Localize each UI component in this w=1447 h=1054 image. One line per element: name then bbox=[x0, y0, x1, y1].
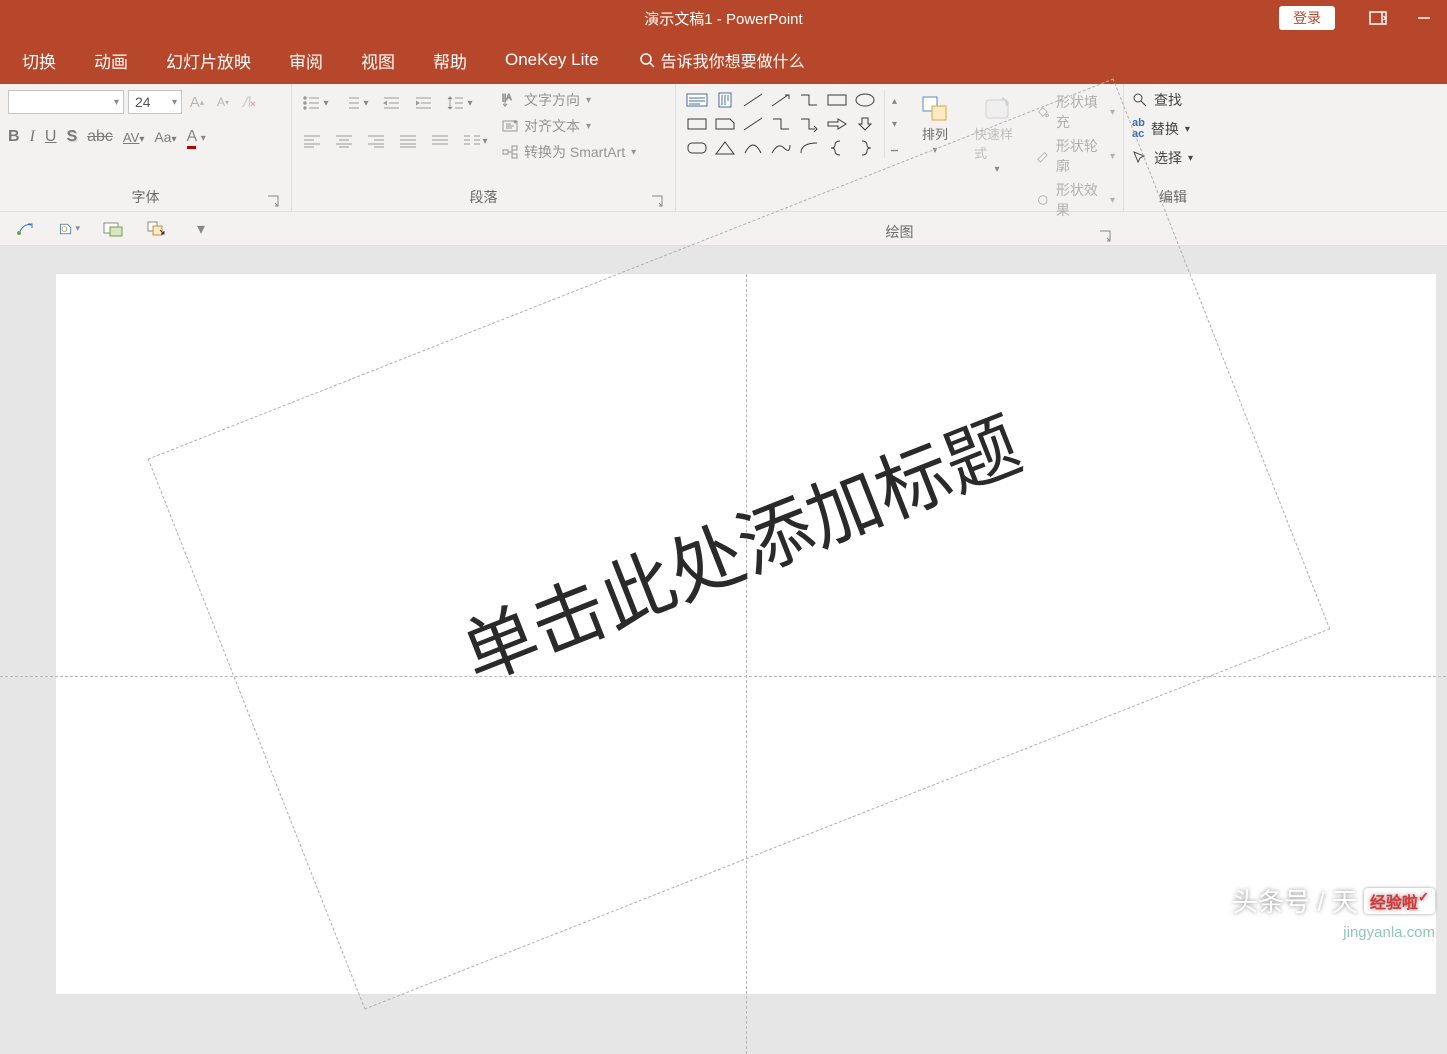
title-placeholder-text: 单击此处添加标题 bbox=[444, 386, 1034, 703]
tell-me-input[interactable]: 告诉我你想要做什么 bbox=[639, 48, 805, 72]
tab-transition[interactable]: 切换 bbox=[18, 42, 60, 79]
titlebar-right: 登录 bbox=[1279, 0, 1447, 36]
shape-connector[interactable] bbox=[796, 90, 822, 110]
quick-styles-icon bbox=[982, 94, 1012, 124]
numbering-button[interactable]: ▾ bbox=[340, 92, 372, 114]
shape-textbox-h[interactable] bbox=[684, 90, 710, 110]
bullets-button[interactable]: ▾ bbox=[300, 92, 332, 114]
character-spacing-button[interactable]: AV▾ bbox=[123, 130, 144, 145]
shape-arrow-line[interactable] bbox=[768, 90, 794, 110]
align-left-button[interactable] bbox=[300, 130, 324, 152]
shape-round-rect[interactable] bbox=[684, 138, 710, 158]
shape-brace-left[interactable] bbox=[824, 138, 850, 158]
tab-animation[interactable]: 动画 bbox=[90, 42, 132, 79]
qat-shape-tool[interactable]: ▾ bbox=[58, 218, 80, 240]
decrease-indent-button[interactable] bbox=[380, 92, 404, 114]
text-shadow-button[interactable]: S bbox=[66, 128, 77, 146]
title-bar: 演示文稿1 - PowerPoint 登录 bbox=[0, 0, 1447, 36]
shape-connector-l[interactable] bbox=[768, 114, 794, 134]
shape-quarter-arc[interactable] bbox=[796, 138, 822, 158]
group-font: ▾ 24▾ A▴ A▾ B I U S abc AV▾ Aa▾ A ▾ 字体 bbox=[0, 84, 292, 211]
tab-slideshow[interactable]: 幻灯片放映 bbox=[162, 42, 255, 79]
tab-onekey[interactable]: OneKey Lite bbox=[501, 44, 603, 76]
align-center-button[interactable] bbox=[332, 130, 356, 152]
minimize-button[interactable] bbox=[1401, 0, 1447, 36]
convert-to-smartart-button[interactable]: 转换为 SmartArt▾ bbox=[502, 142, 636, 162]
find-button[interactable]: 查找 bbox=[1132, 90, 1214, 110]
watermark-line2: jingyanla.com bbox=[1343, 924, 1435, 941]
line-spacing-button[interactable]: ▾ bbox=[444, 92, 476, 114]
change-case-button[interactable]: Aa▾ bbox=[154, 129, 176, 145]
shape-line[interactable] bbox=[740, 90, 766, 110]
app-title: 演示文稿1 - PowerPoint bbox=[644, 8, 802, 29]
slide-canvas-area: 单击此处添加标题 头条号 / 天 经验啦✓ jingyanla.com bbox=[0, 246, 1447, 949]
font-color-button[interactable]: A ▾ bbox=[187, 128, 206, 146]
align-right-button[interactable] bbox=[364, 130, 388, 152]
shape-line2[interactable] bbox=[740, 114, 766, 134]
slide[interactable]: 单击此处添加标题 bbox=[56, 274, 1436, 994]
bold-button[interactable]: B bbox=[8, 128, 20, 146]
font-name-combo[interactable]: ▾ bbox=[8, 90, 124, 114]
arrange-icon bbox=[920, 94, 950, 124]
shape-brace-right[interactable] bbox=[852, 138, 878, 158]
shapes-gallery[interactable]: ▴ ▾ ▁ bbox=[684, 90, 904, 158]
shape-rectangle[interactable] bbox=[684, 114, 710, 134]
search-icon bbox=[639, 52, 655, 68]
underline-button[interactable]: U bbox=[45, 128, 57, 146]
ribbon-tabs: 切换 动画 幻灯片放映 审阅 视图 帮助 OneKey Lite 告诉我你想要做… bbox=[0, 36, 1447, 84]
columns-button[interactable]: ▾ bbox=[460, 130, 492, 152]
signin-button[interactable]: 登录 bbox=[1279, 6, 1335, 30]
shape-oval[interactable] bbox=[852, 90, 878, 110]
strikethrough-button[interactable]: abc bbox=[87, 128, 113, 146]
shape-arrow-down[interactable] bbox=[852, 114, 878, 134]
tab-review[interactable]: 审阅 bbox=[285, 42, 327, 79]
ribbon: ▾ 24▾ A▴ A▾ B I U S abc AV▾ Aa▾ A ▾ 字体 bbox=[0, 84, 1447, 212]
increase-indent-button[interactable] bbox=[412, 92, 436, 114]
tab-view[interactable]: 视图 bbox=[357, 42, 399, 79]
dialog-launcher-paragraph[interactable] bbox=[651, 195, 663, 207]
chevron-down-icon: ▾ bbox=[110, 97, 123, 108]
shape-textbox-v[interactable] bbox=[712, 90, 738, 110]
gallery-more[interactable]: ▁ bbox=[885, 135, 904, 158]
group-label-paragraph: 段落 bbox=[300, 185, 667, 211]
shape-rect2[interactable] bbox=[824, 90, 850, 110]
gallery-scroll-down[interactable]: ▾ bbox=[885, 113, 904, 136]
decrease-font-size-button[interactable]: A▾ bbox=[212, 91, 234, 113]
text-direction-button[interactable]: ||A 文字方向▾ bbox=[502, 90, 636, 110]
align-text-button[interactable]: 对齐文本▾ bbox=[502, 116, 636, 136]
font-size-combo[interactable]: 24▾ bbox=[128, 90, 182, 114]
clear-formatting-button[interactable] bbox=[238, 91, 260, 113]
shape-triangle[interactable] bbox=[712, 138, 738, 158]
italic-button[interactable]: I bbox=[30, 128, 35, 146]
watermark-badge: 经验啦✓ bbox=[1364, 888, 1435, 914]
qat-insert-object[interactable] bbox=[102, 218, 124, 240]
replace-button[interactable]: abac 替换▾ bbox=[1132, 118, 1214, 140]
qat-more[interactable]: ▾ bbox=[190, 218, 212, 240]
svg-text:||A: ||A bbox=[502, 93, 512, 102]
qat-animation-1[interactable] bbox=[14, 218, 36, 240]
justify-button[interactable] bbox=[396, 130, 420, 152]
group-label-font: 字体 bbox=[8, 185, 283, 211]
increase-font-size-button[interactable]: A▴ bbox=[186, 91, 208, 113]
distributed-button[interactable] bbox=[428, 130, 452, 152]
shape-curve[interactable] bbox=[768, 138, 794, 158]
ribbon-display-options-button[interactable] bbox=[1355, 0, 1401, 36]
dialog-launcher-font[interactable] bbox=[267, 195, 279, 207]
group-paragraph: ▾ ▾ ▾ ▾ ||A 文字方向▾ bbox=[292, 84, 676, 211]
shape-arrow-right[interactable] bbox=[824, 114, 850, 134]
qat-selection-pane[interactable] bbox=[146, 218, 168, 240]
gallery-scroll-up[interactable]: ▴ bbox=[885, 90, 904, 113]
shape-snip-rect[interactable] bbox=[712, 114, 738, 134]
shape-connector-arrow[interactable] bbox=[796, 114, 822, 134]
tab-help[interactable]: 帮助 bbox=[429, 42, 471, 79]
watermark-line1: 头条号 / 天 经验啦✓ bbox=[1232, 882, 1435, 919]
chevron-down-icon: ▾ bbox=[168, 97, 181, 108]
shape-arc[interactable] bbox=[740, 138, 766, 158]
